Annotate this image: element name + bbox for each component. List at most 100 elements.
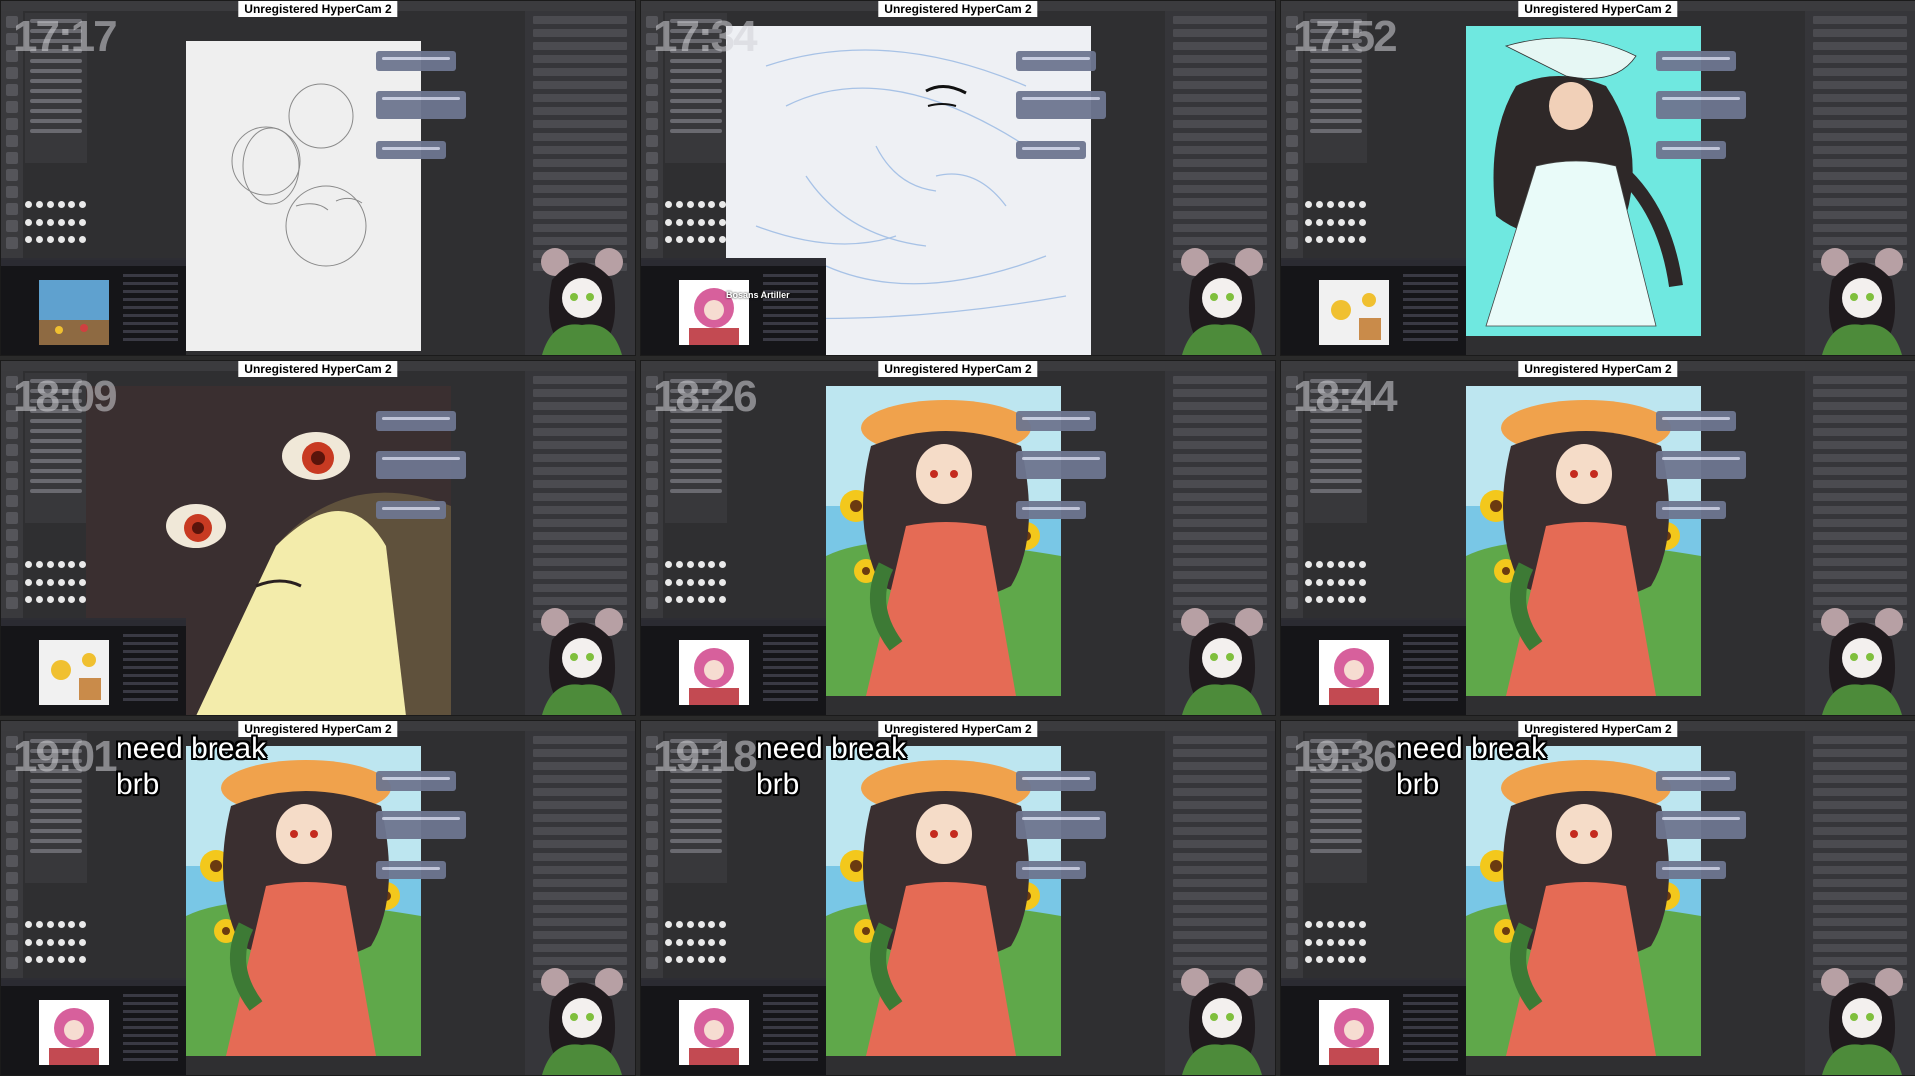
mouse-mascot-icon [1177, 960, 1267, 1075]
brush-icon [646, 186, 658, 198]
color-swatches [665, 561, 727, 611]
mouse-mascot-icon [1817, 600, 1907, 715]
brush-icon [6, 67, 18, 79]
brush-icon [6, 529, 18, 541]
layer-icon [1813, 159, 1907, 167]
chat-message [1656, 411, 1736, 431]
layer-icon [1173, 801, 1267, 809]
brush-icon [646, 923, 658, 935]
layer-icon [1813, 762, 1907, 770]
layer-icon [1813, 146, 1907, 154]
layer-icon [533, 224, 627, 232]
brush-icon [646, 169, 658, 181]
chat-message [1656, 51, 1736, 71]
layer-icon [1813, 224, 1907, 232]
layer-icon [1813, 944, 1907, 952]
layer-icon [1173, 892, 1267, 900]
layer-icon [1813, 866, 1907, 874]
reference-image [39, 280, 109, 345]
layer-icon [1813, 853, 1907, 861]
stream-timelapse-grid: Unregistered HyperCam 2 17:17 Bosans Arti… [0, 0, 1915, 1076]
layer-icon [1813, 81, 1907, 89]
layer-icon [1813, 892, 1907, 900]
brush-icon [1286, 512, 1298, 524]
layer-icon [1813, 879, 1907, 887]
layer-icon [1813, 376, 1907, 384]
reference-browser [1, 258, 186, 355]
timestamp-overlay: 19:18 [653, 732, 758, 781]
layer-icon [1813, 532, 1907, 540]
layer-icon [1813, 788, 1907, 796]
color-swatches [25, 201, 87, 251]
layer-icon [533, 584, 627, 592]
brush-icon [6, 135, 18, 147]
layer-icon [1813, 107, 1907, 115]
brush-icon [1286, 787, 1298, 799]
layer-icon [1173, 853, 1267, 861]
timestamp-overlay: 18:26 [653, 372, 758, 421]
layer-icon [533, 931, 627, 939]
layer-icon [533, 467, 627, 475]
layer-icon [1813, 519, 1907, 527]
brush-icon [6, 427, 18, 439]
layer-icon [1173, 441, 1267, 449]
layer-icon [1813, 185, 1907, 193]
brush-icon [6, 821, 18, 833]
color-swatches [25, 561, 87, 611]
brush-icon [6, 512, 18, 524]
layer-icon [533, 29, 627, 37]
brush-icon [6, 546, 18, 558]
recorder-watermark: Unregistered HyperCam 2 [1518, 361, 1678, 377]
layer-icon [1173, 159, 1267, 167]
layer-icon [1813, 749, 1907, 757]
layer-icon [1173, 402, 1267, 410]
brush-icon [646, 427, 658, 439]
reference-image [1319, 1000, 1389, 1065]
timestamp-overlay: 18:09 [13, 372, 118, 421]
layer-icon [1813, 42, 1907, 50]
layer-icon [533, 441, 627, 449]
chat-message [1656, 451, 1746, 479]
layer-icon [1813, 840, 1907, 848]
brush-icon [646, 84, 658, 96]
brush-icon [646, 135, 658, 147]
chat-message [1656, 91, 1746, 119]
layer-icon [533, 211, 627, 219]
brush-icon [646, 220, 658, 232]
layer-icon [1173, 198, 1267, 206]
layer-icon [533, 172, 627, 180]
brush-icon [6, 580, 18, 592]
mouse-mascot-icon [537, 960, 627, 1075]
brush-icon [6, 787, 18, 799]
brush-icon [1286, 855, 1298, 867]
layer-icon [533, 107, 627, 115]
brush-icon [646, 101, 658, 113]
layer-icon [1173, 749, 1267, 757]
layer-icon [1173, 788, 1267, 796]
layer-icon [1813, 198, 1907, 206]
brush-icon [1286, 237, 1298, 249]
brush-icon [646, 118, 658, 130]
brush-icon [1286, 529, 1298, 541]
chat-message [376, 51, 456, 71]
layer-icon [1173, 905, 1267, 913]
chat-message [376, 501, 446, 519]
reference-browser [1281, 978, 1466, 1075]
layer-icon [1173, 545, 1267, 553]
layer-icon [1173, 94, 1267, 102]
timelapse-tile: Unregistered HyperCam 2 19:18 need break b… [640, 720, 1276, 1076]
layer-icon [533, 146, 627, 154]
mouse-mascot-icon [1177, 240, 1267, 355]
brush-icon [646, 444, 658, 456]
layer-icon [1173, 454, 1267, 462]
brush-icon [6, 169, 18, 181]
layer-icon [1813, 931, 1907, 939]
layer-icon [533, 133, 627, 141]
drawing-canvas [1466, 386, 1701, 715]
timestamp-overlay: 17:52 [1293, 12, 1398, 61]
layer-icon [533, 853, 627, 861]
layer-icon [533, 415, 627, 423]
brush-icon [6, 478, 18, 490]
layer-icon [533, 519, 627, 527]
layer-icon [1173, 42, 1267, 50]
